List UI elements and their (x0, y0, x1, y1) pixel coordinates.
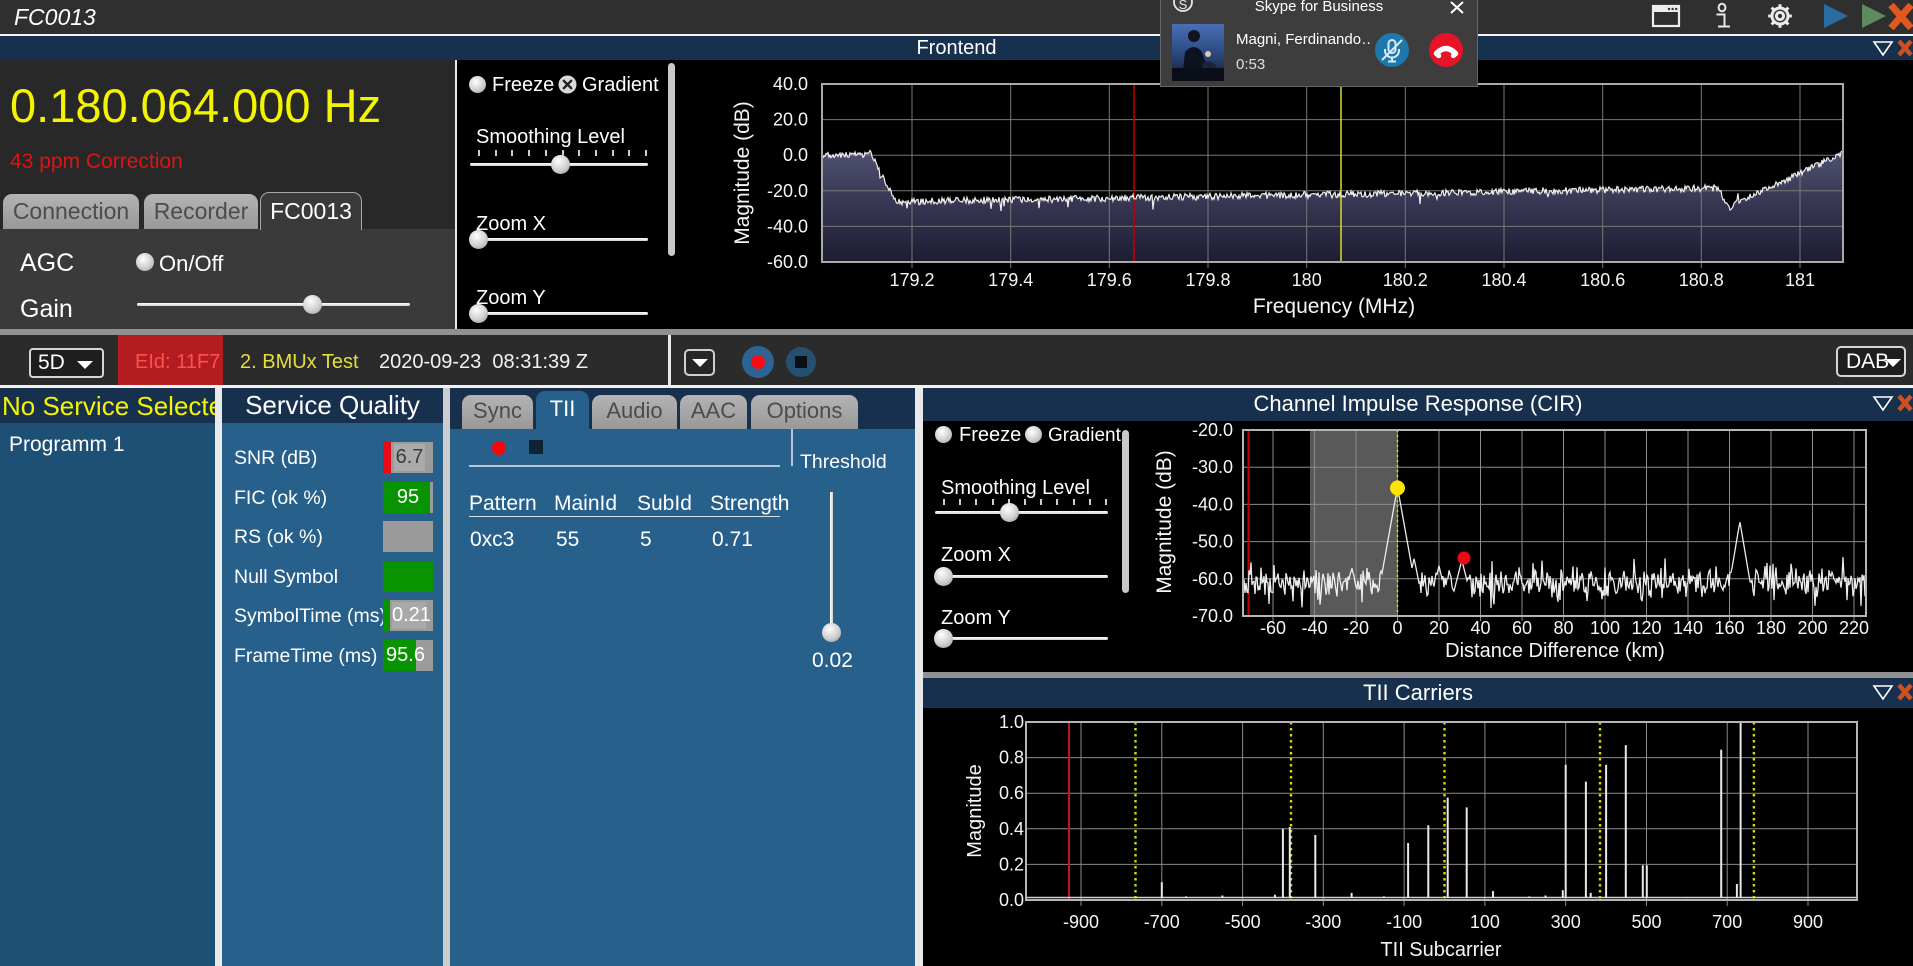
svg-text:-900: -900 (1063, 912, 1099, 932)
svg-text:-60.0: -60.0 (767, 252, 808, 272)
svg-text:40: 40 (1470, 618, 1490, 638)
svg-text:100: 100 (1590, 618, 1620, 638)
svg-text:-500: -500 (1225, 912, 1261, 932)
svg-text:-20.0: -20.0 (767, 181, 808, 201)
svg-text:20.0: 20.0 (773, 110, 808, 130)
svg-text:-60.0: -60.0 (1192, 569, 1233, 589)
svg-text:180.4: 180.4 (1481, 270, 1526, 290)
svg-text:-20: -20 (1343, 618, 1369, 638)
svg-text:179.6: 179.6 (1087, 270, 1132, 290)
svg-text:180.6: 180.6 (1580, 270, 1625, 290)
svg-text:-40: -40 (1301, 618, 1327, 638)
svg-text:-40.0: -40.0 (767, 216, 808, 236)
svg-text:0.4: 0.4 (999, 819, 1024, 839)
svg-text:700: 700 (1712, 912, 1742, 932)
svg-text:0.6: 0.6 (999, 783, 1024, 803)
svg-text:500: 500 (1631, 912, 1661, 932)
svg-text:-20.0: -20.0 (1192, 421, 1233, 440)
svg-text:140: 140 (1673, 618, 1703, 638)
svg-text:TII Subcarrier: TII Subcarrier (1380, 939, 1501, 961)
svg-text:-100: -100 (1386, 912, 1422, 932)
svg-text:Frequency (MHz): Frequency (MHz) (1253, 295, 1415, 318)
svg-text:20: 20 (1429, 618, 1449, 638)
svg-text:0.8: 0.8 (999, 748, 1024, 768)
svg-text:0.0: 0.0 (783, 145, 808, 165)
svg-text:40.0: 40.0 (773, 74, 808, 94)
svg-text:180.2: 180.2 (1383, 270, 1428, 290)
svg-text:-700: -700 (1144, 912, 1180, 932)
svg-text:180.8: 180.8 (1679, 270, 1724, 290)
svg-text:Magnitude: Magnitude (964, 764, 986, 857)
svg-text:300: 300 (1551, 912, 1581, 932)
svg-text:0: 0 (1392, 618, 1402, 638)
svg-text:0.0: 0.0 (999, 890, 1024, 910)
svg-text:-50.0: -50.0 (1192, 532, 1233, 552)
svg-text:900: 900 (1793, 912, 1823, 932)
svg-text:Distance Difference (km): Distance Difference (km) (1445, 640, 1665, 662)
svg-text:180: 180 (1756, 618, 1786, 638)
svg-text:Magnitude (dB): Magnitude (dB) (1153, 450, 1176, 594)
svg-text:0.2: 0.2 (999, 854, 1024, 874)
svg-text:60: 60 (1512, 618, 1532, 638)
svg-text:-30.0: -30.0 (1192, 457, 1233, 477)
svg-text:-70.0: -70.0 (1192, 606, 1233, 626)
svg-text:-40.0: -40.0 (1192, 494, 1233, 514)
svg-text:220: 220 (1839, 618, 1869, 638)
svg-text:80: 80 (1553, 618, 1573, 638)
svg-text:-60: -60 (1260, 618, 1286, 638)
svg-text:181: 181 (1785, 270, 1815, 290)
svg-text:179.4: 179.4 (988, 270, 1033, 290)
svg-text:100: 100 (1470, 912, 1500, 932)
svg-text:179.8: 179.8 (1185, 270, 1230, 290)
svg-text:200: 200 (1797, 618, 1827, 638)
svg-text:Magnitude (dB): Magnitude (dB) (731, 101, 754, 245)
svg-text:120: 120 (1631, 618, 1661, 638)
svg-text:179.2: 179.2 (889, 270, 934, 290)
svg-text:180: 180 (1292, 270, 1322, 290)
svg-text:-300: -300 (1305, 912, 1341, 932)
svg-text:1.0: 1.0 (999, 712, 1024, 732)
svg-text:160: 160 (1714, 618, 1744, 638)
